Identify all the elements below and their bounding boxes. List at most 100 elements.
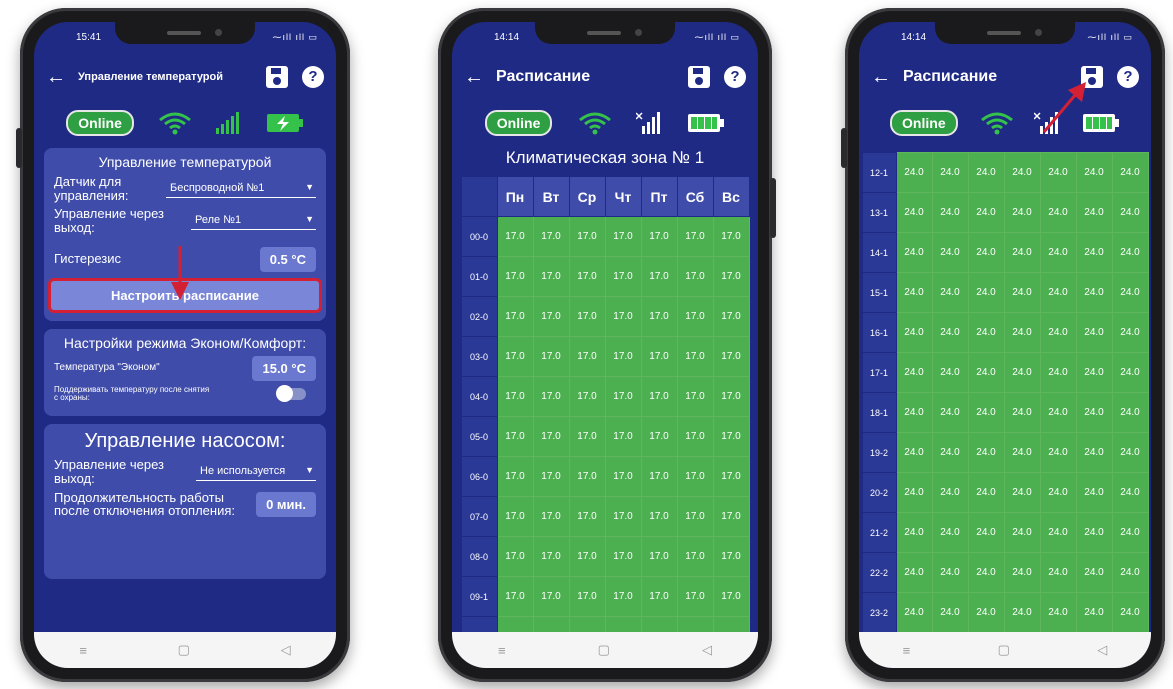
temperature-cell[interactable]: 24.0 [1003,392,1041,433]
temperature-cell[interactable]: 24.0 [895,432,933,473]
temperature-cell[interactable]: 24.0 [1075,512,1113,553]
temperature-cell[interactable]: 24.0 [931,232,969,273]
temperature-cell[interactable]: 24.0 [895,352,933,393]
pump-output-select[interactable]: Не используется [196,463,316,481]
temperature-cell[interactable]: 24.0 [1039,232,1077,273]
temperature-cell[interactable]: 24.0 [895,392,933,433]
temperature-cell[interactable]: 24.0 [931,512,969,553]
temperature-cell[interactable]: 24.0 [1039,272,1077,313]
temperature-cell[interactable]: 17.0 [676,336,714,377]
temperature-cell[interactable]: 24.0 [1003,472,1041,513]
temperature-cell[interactable]: 17.0 [604,576,642,617]
temperature-cell[interactable]: 24.0 [895,592,933,633]
save-icon[interactable] [266,66,288,88]
menu-icon[interactable]: ≡ [498,643,506,658]
temperature-cell[interactable]: 24.0 [1003,512,1041,553]
temperature-cell[interactable]: 17.0 [568,576,606,617]
temperature-cell[interactable]: 17.0 [676,576,714,617]
temperature-cell[interactable]: 17.0 [640,216,678,257]
temperature-cell[interactable]: 24.0 [931,552,969,593]
menu-icon[interactable]: ≡ [903,643,911,658]
temperature-cell[interactable]: 17.0 [568,256,606,297]
temperature-cell[interactable]: 17.0 [532,576,570,617]
temperature-cell[interactable]: 24.0 [1075,592,1113,633]
temperature-cell[interactable]: 17.0 [640,256,678,297]
temperature-cell[interactable]: 24.0 [1039,352,1077,393]
temperature-cell[interactable]: 17.0 [568,536,606,577]
temperature-cell[interactable]: 17.0 [676,416,714,457]
temperature-cell[interactable]: 17.0 [496,496,534,537]
temperature-cell[interactable]: 17.0 [568,216,606,257]
configure-schedule-button[interactable]: Настроить расписание [48,277,322,313]
back-arrow-icon[interactable]: ← [464,66,496,89]
temperature-cell[interactable]: 24.0 [1075,392,1113,433]
temperature-cell[interactable]: 17.0 [496,536,534,577]
temperature-cell[interactable]: 24.0 [931,592,969,633]
temperature-cell[interactable]: 24.0 [1111,552,1149,593]
temperature-cell[interactable]: 24.0 [895,152,933,193]
temperature-cell[interactable]: 17.0 [604,376,642,417]
temperature-cell[interactable]: 17.0 [676,256,714,297]
temperature-cell[interactable]: 17.0 [604,336,642,377]
temperature-cell[interactable]: 24.0 [895,472,933,513]
temperature-cell[interactable]: 24.0 [895,232,933,273]
temperature-cell[interactable]: 17.0 [712,336,750,377]
temperature-cell[interactable]: 24.0 [931,192,969,233]
temperature-cell[interactable]: 17.0 [532,456,570,497]
temperature-cell[interactable]: 24.0 [1039,392,1077,433]
home-icon[interactable]: ▢ [598,642,610,658]
temperature-cell[interactable]: 24.0 [1111,472,1149,513]
temperature-cell[interactable]: 17.0 [640,536,678,577]
temperature-cell[interactable]: 17.0 [532,536,570,577]
temperature-cell[interactable]: 17.0 [712,536,750,577]
temperature-cell[interactable]: 24.0 [931,352,969,393]
temperature-cell[interactable]: 17.0 [496,336,534,377]
home-icon[interactable]: ▢ [178,642,190,658]
temperature-cell[interactable]: 24.0 [1111,592,1149,633]
temperature-cell[interactable]: 24.0 [1111,192,1149,233]
temperature-cell[interactable]: 24.0 [895,312,933,353]
temperature-cell[interactable]: 17.0 [604,296,642,337]
help-icon[interactable]: ? [1117,66,1139,88]
temperature-cell[interactable]: 24.0 [895,192,933,233]
temperature-cell[interactable]: 24.0 [1111,392,1149,433]
temperature-cell[interactable]: 17.0 [496,256,534,297]
temperature-cell[interactable]: 17.0 [676,216,714,257]
temperature-cell[interactable]: 24.0 [1003,552,1041,593]
temperature-cell[interactable]: 24.0 [1003,272,1041,313]
temperature-cell[interactable]: 17.0 [532,496,570,537]
temperature-cell[interactable]: 24.0 [967,192,1005,233]
back-arrow-icon[interactable]: ← [871,66,903,89]
temperature-cell[interactable]: 24.0 [967,392,1005,433]
temperature-cell[interactable]: 24.0 [1039,552,1077,593]
output-select[interactable]: Реле №1 [191,212,316,230]
temperature-cell[interactable]: 17.0 [640,576,678,617]
temperature-cell[interactable]: 17.0 [640,336,678,377]
temperature-cell[interactable]: 24.0 [1003,312,1041,353]
temperature-cell[interactable]: 17.0 [532,296,570,337]
save-icon[interactable] [1081,66,1103,88]
temperature-cell[interactable]: 17.0 [532,216,570,257]
hysteresis-value[interactable]: 0.5 °C [259,246,316,272]
temperature-cell[interactable]: 24.0 [967,312,1005,353]
save-icon[interactable] [688,66,710,88]
temperature-cell[interactable]: 17.0 [496,376,534,417]
temperature-cell[interactable]: 24.0 [967,272,1005,313]
temperature-cell[interactable]: 24.0 [1003,232,1041,273]
eco-temp-value[interactable]: 15.0 °C [252,355,316,381]
temperature-cell[interactable]: 17.0 [568,336,606,377]
temperature-cell[interactable]: 24.0 [1111,432,1149,473]
temperature-cell[interactable]: 24.0 [931,392,969,433]
temperature-cell[interactable]: 24.0 [967,552,1005,593]
temperature-cell[interactable]: 24.0 [1003,152,1041,193]
temperature-cell[interactable]: 17.0 [712,416,750,457]
temperature-cell[interactable]: 17.0 [676,296,714,337]
temperature-cell[interactable]: 24.0 [1075,352,1113,393]
temperature-cell[interactable]: 24.0 [1039,192,1077,233]
temperature-cell[interactable]: 24.0 [895,552,933,593]
temperature-cell[interactable]: 17.0 [604,456,642,497]
temperature-cell[interactable]: 17.0 [676,456,714,497]
temperature-cell[interactable]: 17.0 [496,456,534,497]
temperature-cell[interactable]: 24.0 [1111,232,1149,273]
temperature-cell[interactable]: 17.0 [712,376,750,417]
